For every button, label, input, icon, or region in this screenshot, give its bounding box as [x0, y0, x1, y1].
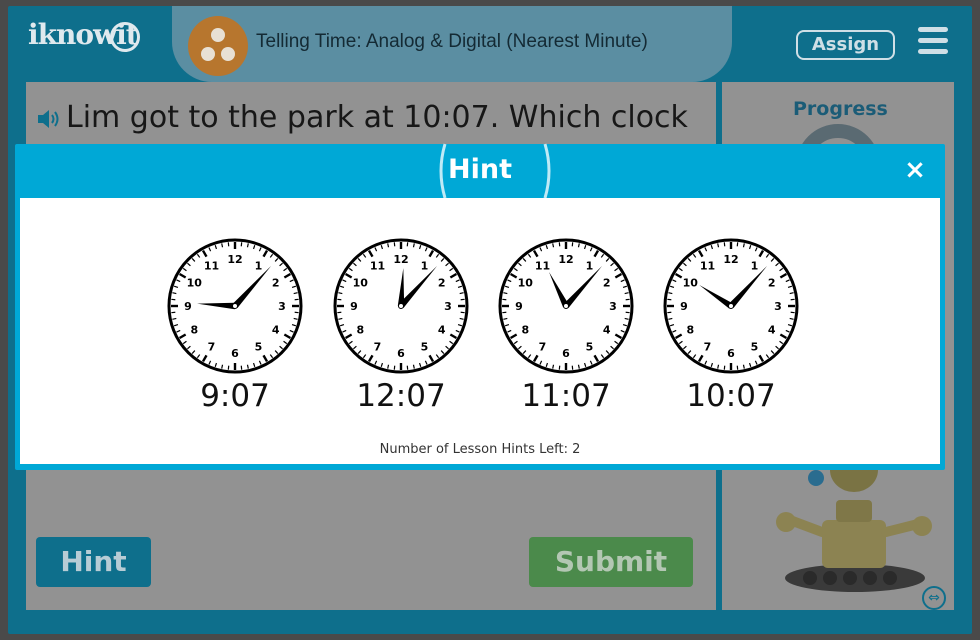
svg-text:6: 6 — [397, 347, 405, 360]
lesson-title: Telling Time: Analog & Digital (Nearest … — [256, 31, 648, 52]
svg-text:10: 10 — [518, 277, 534, 290]
svg-text:11: 11 — [700, 259, 715, 272]
svg-text:5: 5 — [586, 341, 594, 354]
svg-text:11: 11 — [535, 259, 550, 272]
svg-text:4: 4 — [603, 324, 611, 337]
topic-icon — [188, 16, 248, 76]
clock-face-icon: 1234567891011 12 — [498, 238, 634, 374]
svg-text:12: 12 — [227, 253, 242, 266]
hints-left-text: Number of Lesson Hints Left: 2 — [379, 442, 581, 457]
svg-text:11: 11 — [204, 259, 219, 272]
svg-text:7: 7 — [539, 341, 547, 354]
hint-button[interactable]: Hint — [36, 537, 151, 587]
question-text-row: Lim got to the park at 10:07. Which cloc… — [36, 100, 688, 135]
svg-text:8: 8 — [356, 324, 364, 337]
svg-text:10: 10 — [353, 277, 369, 290]
svg-text:12: 12 — [393, 253, 408, 266]
svg-text:7: 7 — [704, 341, 712, 354]
svg-text:2: 2 — [438, 277, 446, 290]
analog-clock-option: 1 2 3 4 5 6 7 8 9 10 11 12 9:07 — [165, 236, 305, 416]
analog-clock-option: 1 2 3 4 5 6 7 8 9 10 11 12 11:07 — [496, 236, 636, 416]
svg-text:3: 3 — [774, 300, 782, 313]
close-icon[interactable]: × — [903, 157, 927, 183]
svg-text:10: 10 — [683, 277, 699, 290]
svg-text:11: 11 — [370, 259, 385, 272]
svg-text:5: 5 — [751, 341, 759, 354]
svg-text:6: 6 — [231, 347, 239, 360]
assign-button[interactable]: Assign — [796, 30, 895, 60]
svg-text:3: 3 — [609, 300, 617, 313]
speaker-icon[interactable] — [36, 108, 62, 130]
hamburger-menu-icon[interactable] — [918, 27, 948, 55]
svg-text:9: 9 — [184, 300, 192, 313]
analog-clock-option: 1 2 3 4 5 6 7 8 9 10 11 12 10:07 — [661, 236, 801, 416]
svg-text:7: 7 — [374, 341, 382, 354]
svg-text:9: 9 — [515, 300, 523, 313]
question-text: Lim got to the park at 10:07. Which cloc… — [66, 100, 688, 135]
svg-text:9: 9 — [680, 300, 688, 313]
expand-arrows-icon[interactable]: ⇔ — [922, 586, 946, 610]
svg-text:5: 5 — [255, 341, 263, 354]
svg-text:12: 12 — [558, 253, 573, 266]
svg-text:1: 1 — [751, 259, 759, 272]
svg-text:7: 7 — [208, 341, 216, 354]
svg-text:4: 4 — [272, 324, 280, 337]
clock-time-label: 12:07 — [356, 378, 446, 414]
svg-text:4: 4 — [438, 324, 446, 337]
svg-text:3: 3 — [278, 300, 286, 313]
clock-face-icon: 1234567891011 12 — [333, 238, 469, 374]
lightbulb-icon — [110, 22, 140, 52]
svg-text:8: 8 — [190, 324, 198, 337]
analog-clock-option: 1 2 3 4 5 6 7 8 9 10 11 12 12:07 — [331, 236, 471, 416]
svg-text:12: 12 — [723, 253, 738, 266]
svg-text:8: 8 — [686, 324, 694, 337]
clock-time-label: 11:07 — [521, 378, 611, 414]
svg-text:10: 10 — [187, 277, 203, 290]
clock-face-icon: 1234567891011 12 — [663, 238, 799, 374]
clock-time-label: 9:07 — [200, 378, 270, 414]
clock-face-icon: 1234567891011 12 — [167, 238, 303, 374]
hint-modal: Hint × 1 2 3 4 5 6 7 8 9 10 11 12 9:07 1 2 3 4 5 6 7 8 9 10 11 1… — [15, 143, 945, 470]
svg-text:1: 1 — [421, 259, 429, 272]
progress-label: Progress — [793, 98, 888, 120]
svg-text:1: 1 — [255, 259, 263, 272]
svg-text:6: 6 — [562, 347, 570, 360]
hint-modal-body: 1 2 3 4 5 6 7 8 9 10 11 12 9:07 1 2 3 4 5 6 7 8 9 10 11 12 12:07 1… — [20, 198, 940, 464]
svg-text:3: 3 — [444, 300, 452, 313]
svg-text:2: 2 — [603, 277, 611, 290]
svg-text:6: 6 — [727, 347, 735, 360]
clock-time-label: 10:07 — [686, 378, 776, 414]
hint-modal-title: Hint — [448, 154, 512, 185]
svg-text:9: 9 — [350, 300, 358, 313]
svg-text:4: 4 — [768, 324, 776, 337]
svg-text:2: 2 — [272, 277, 280, 290]
submit-button[interactable]: Submit — [529, 537, 693, 587]
svg-text:2: 2 — [768, 277, 776, 290]
svg-text:8: 8 — [521, 324, 529, 337]
svg-text:5: 5 — [421, 341, 429, 354]
svg-text:1: 1 — [586, 259, 594, 272]
